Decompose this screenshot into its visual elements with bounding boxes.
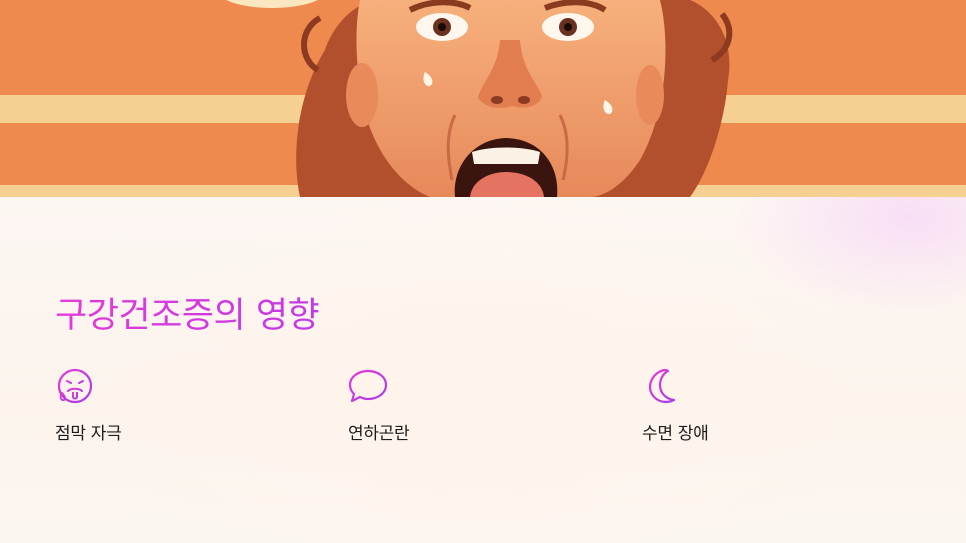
section-title: 구강건조증의 영향 (55, 296, 320, 336)
crescent-moon-icon (648, 368, 676, 404)
hero-illustration (0, 0, 966, 197)
drooling-face-icon (57, 368, 93, 404)
feature-sleep-disorder: 수면 장애 (642, 367, 882, 444)
feature-label: 점막 자극 (55, 424, 122, 444)
feature-label: 수면 장애 (642, 424, 709, 444)
feature-dysphagia: 연하곤란 (348, 367, 588, 444)
effects-section: 구강건조증의 영향 점막 자극 연하곤란 수면 장애 (0, 197, 966, 543)
feature-mucosal-irritation: 점막 자극 (55, 367, 295, 444)
speech-bubble-icon (348, 369, 388, 403)
feature-label: 연하곤란 (348, 424, 410, 444)
shocked-face-illustration (0, 0, 966, 197)
